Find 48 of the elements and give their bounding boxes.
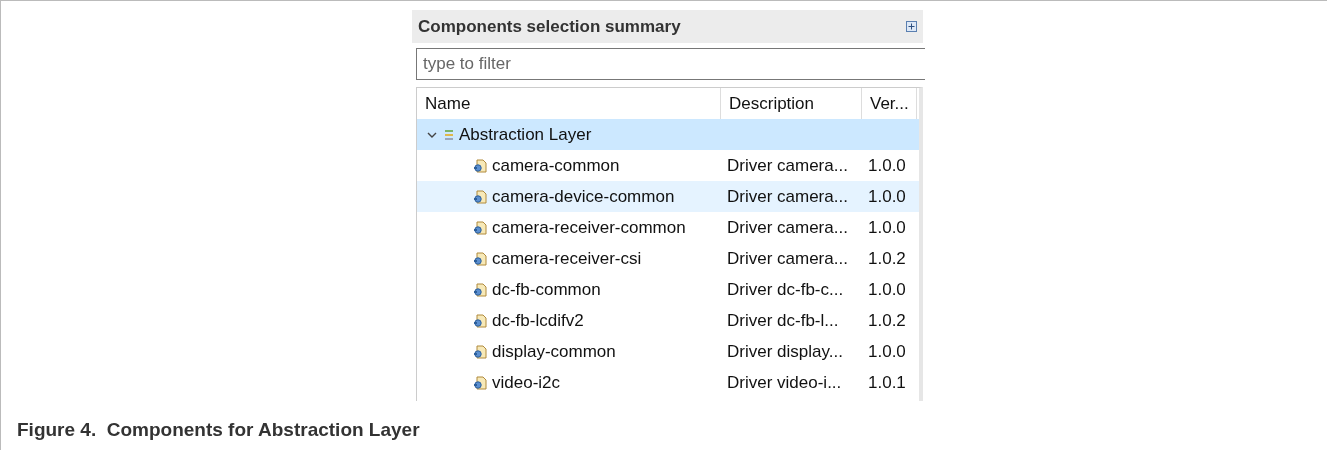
component-name: dc-fb-common <box>492 279 601 300</box>
version-cell-text: 1.0.1 <box>867 372 907 393</box>
description-cell-text: Driver dc-fb-l... <box>726 310 840 331</box>
description-cell-text: Driver camera... <box>726 155 849 176</box>
chevron-down-icon[interactable] <box>427 130 437 139</box>
tree-row[interactable]: dc-fb-common Driver dc-fb-c... 1.0.0 <box>417 274 919 305</box>
version-cell-text: 1.0.0 <box>867 279 907 300</box>
description-cell-text: Driver camera... <box>726 248 849 269</box>
component-name: Abstraction Layer <box>459 124 592 145</box>
filter-field[interactable]: type to filter <box>416 48 925 80</box>
tree-row[interactable]: dc-fb-lcdifv2 Driver dc-fb-l... 1.0.2 <box>417 305 919 336</box>
tree-row[interactable]: camera-receiver-csi Driver camera... 1.0.2 <box>417 243 919 274</box>
component-icon <box>473 189 487 204</box>
version-cell-text: 1.0.0 <box>867 341 907 362</box>
figure-caption: Figure 4. Components for Abstraction Layer <box>17 419 421 441</box>
component-icon <box>473 251 487 266</box>
description-cell-text: Driver dc-fb-c... <box>726 279 845 300</box>
panel-title: Components selection summary <box>418 16 681 37</box>
component-icon <box>473 344 487 359</box>
tree-row[interactable]: display-common Driver display... 1.0.0 <box>417 336 919 367</box>
layers-icon <box>444 128 454 141</box>
component-icon <box>473 220 487 235</box>
component-name: camera-receiver-csi <box>492 248 642 269</box>
tree-row[interactable]: Abstraction Layer <box>417 119 919 150</box>
description-cell-text: Driver display... <box>726 341 844 362</box>
description-cell-text: Driver camera... <box>726 217 849 238</box>
tree-row[interactable]: video-i2c Driver video-i... 1.0.1 <box>417 367 919 398</box>
maximize-icon[interactable] <box>906 21 917 32</box>
tree-row[interactable]: camera-device-common Driver camera... 1.0.0 <box>417 181 919 212</box>
tree-row[interactable]: camera-common Driver camera... 1.0.0 <box>417 150 919 181</box>
description-cell-text: Driver camera... <box>726 186 849 207</box>
component-icon <box>473 375 487 390</box>
component-icon <box>473 313 487 328</box>
tree-row[interactable]: camera-receiver-common Driver camera... 1.0.0 <box>417 212 919 243</box>
version-cell-text: 1.0.0 <box>867 217 907 238</box>
component-name: dc-fb-lcdifv2 <box>492 310 584 331</box>
component-name: camera-device-common <box>492 186 675 207</box>
version-cell-text: 1.0.2 <box>867 248 907 269</box>
version-cell-text: 1.0.0 <box>867 186 907 207</box>
component-name: video-i2c <box>492 372 561 393</box>
component-name: camera-common <box>492 155 620 176</box>
component-icon <box>473 158 487 173</box>
component-name: camera-receiver-common <box>492 217 686 238</box>
component-name: display-common <box>492 341 616 362</box>
component-icon <box>473 282 487 297</box>
version-cell-text: 1.0.2 <box>867 310 907 331</box>
version-cell-text: 1.0.0 <box>867 155 907 176</box>
description-cell-text: Driver video-i... <box>726 372 843 393</box>
